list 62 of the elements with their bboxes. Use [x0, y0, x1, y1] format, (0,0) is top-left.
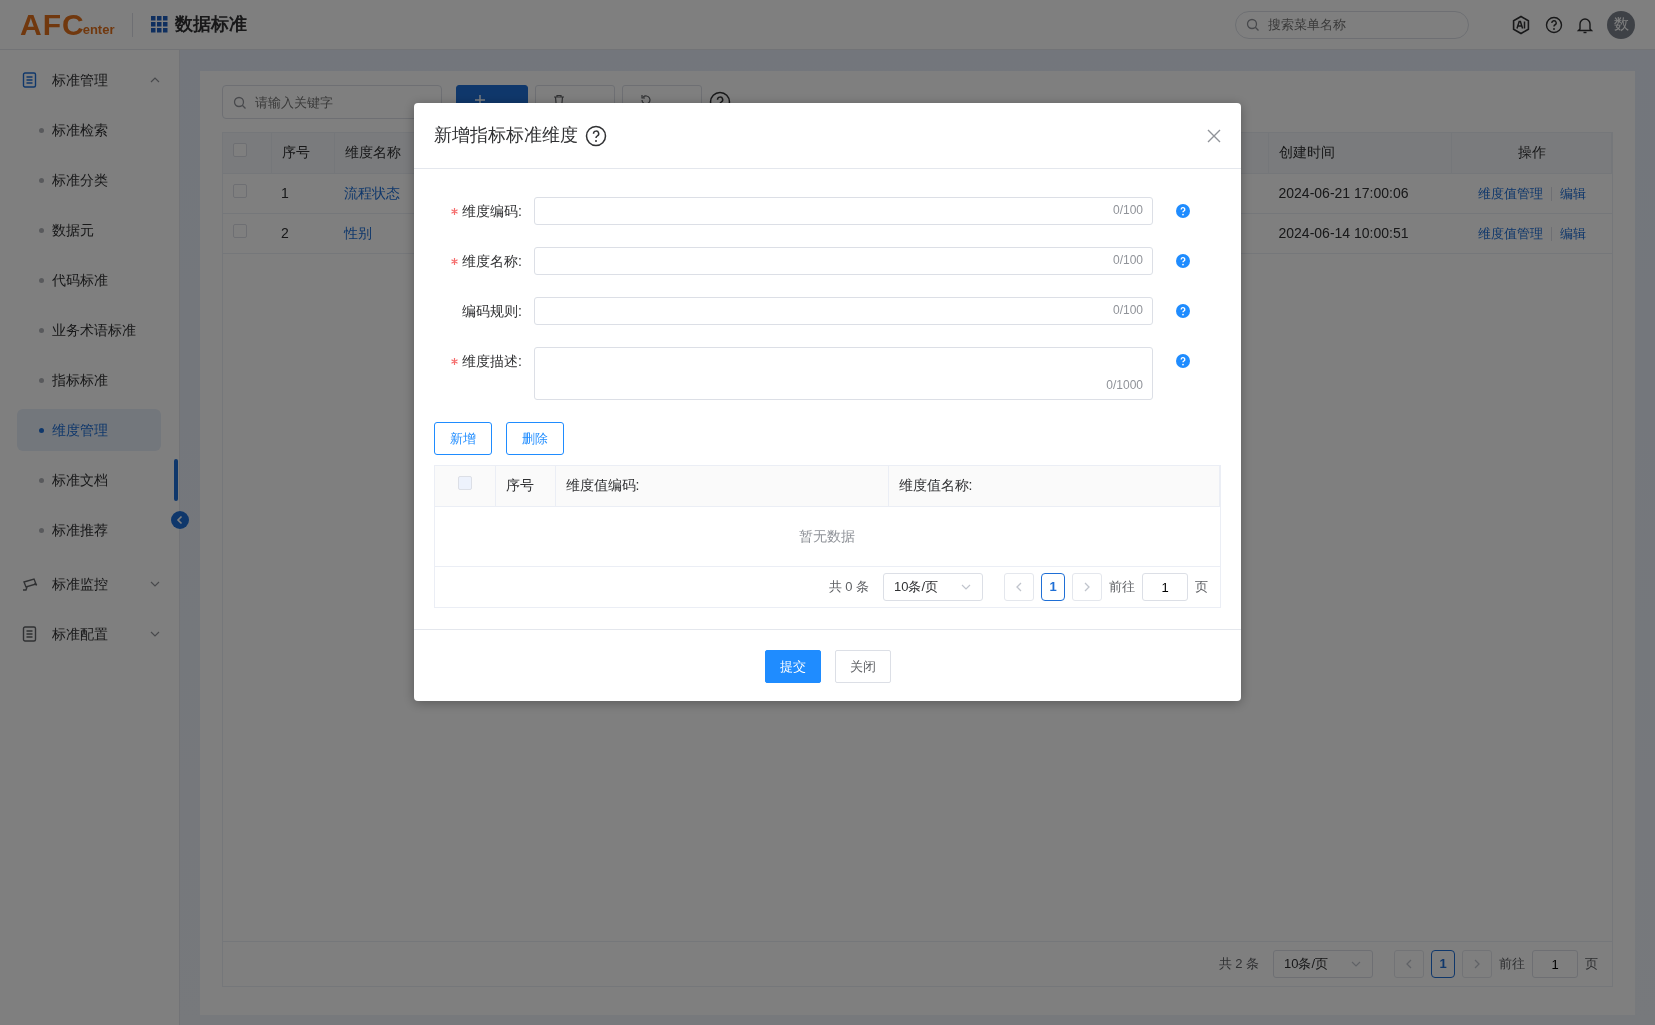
page-size-select[interactable]: 10条/页: [1273, 950, 1373, 978]
submit-button[interactable]: 提交: [764, 650, 821, 683]
page-suffix: 页: [1195, 578, 1208, 597]
table-cell: 2: [271, 213, 334, 253]
dialog-button[interactable]: 新增: [434, 422, 492, 455]
name-link[interactable]: 性别: [344, 224, 372, 241]
logo-subtext: enter: [82, 22, 115, 39]
total-count: 共 0 条: [828, 578, 869, 597]
action-link[interactable]: 编辑: [1559, 185, 1586, 201]
page-number[interactable]: 1: [1041, 573, 1065, 601]
user-avatar[interactable]: 数: [1607, 10, 1635, 39]
table-cell: 2024-06-14 10:00:51: [1268, 213, 1452, 253]
input-field[interactable]: 0/100: [534, 197, 1153, 225]
sidebar-subitem[interactable]: 数据元: [17, 209, 161, 251]
page-suffix: 页: [1585, 955, 1598, 974]
field-label: 编码规则:: [461, 301, 523, 321]
goto-label: 前往: [1499, 955, 1525, 974]
sidebar-item[interactable]: 标准管理: [0, 55, 179, 105]
column-header: 操作: [1451, 133, 1612, 173]
field-label: 维度名称:: [434, 247, 534, 275]
sidebar-subitem[interactable]: 指标标准: [17, 359, 161, 401]
name-link[interactable]: 流程状态: [344, 184, 400, 201]
action-link[interactable]: 编辑: [1559, 225, 1586, 241]
column-header: 创建时间: [1268, 133, 1452, 173]
goto-label: 前往: [1109, 578, 1135, 597]
column-header: 维度值编码:: [555, 466, 888, 506]
page-input[interactable]: 1: [1532, 950, 1578, 978]
sidebar-subitem[interactable]: 标准推荐: [17, 509, 161, 551]
action-link[interactable]: 维度值管理: [1477, 185, 1543, 201]
close-button[interactable]: 关闭: [834, 650, 891, 683]
character-counter: 0/100: [1112, 252, 1143, 269]
character-counter: 0/100: [1112, 302, 1143, 319]
sidebar-subitem[interactable]: 标准分类: [17, 159, 161, 201]
sidebar-item[interactable]: 标准配置: [0, 609, 179, 659]
column-header: 序号: [271, 133, 334, 173]
action-link[interactable]: 维度值管理: [1477, 225, 1543, 241]
app-title: 数据标准: [175, 13, 248, 36]
page-input[interactable]: 1: [1142, 573, 1188, 601]
column-header: 维度值名称:: [888, 466, 1220, 506]
menu-search-field[interactable]: 搜索菜单名称: [1235, 10, 1469, 39]
keyword-search-field[interactable]: 请输入关键字: [222, 85, 442, 119]
sidebar-item[interactable]: 标准监控: [0, 559, 179, 609]
character-counter: 0/100: [1112, 202, 1143, 219]
table-cell: 1: [271, 173, 334, 213]
page-number[interactable]: 1: [1431, 950, 1455, 978]
column-header: 序号: [495, 466, 555, 506]
sidebar-subitem[interactable]: 代码标准: [17, 259, 161, 301]
dialog-button[interactable]: 删除: [506, 422, 564, 455]
character-counter: 0/1000: [1106, 377, 1143, 394]
page-size-select[interactable]: 10条/页: [883, 573, 983, 601]
sidebar-subitem[interactable]: 标准检索: [17, 109, 161, 151]
sidebar-subitem[interactable]: 业务术语标准: [17, 309, 161, 351]
field-label: 维度编码:: [434, 197, 534, 225]
field-label: 维度描述:: [434, 347, 534, 375]
total-count: 共 2 条: [1218, 955, 1259, 974]
sidebar-subitem[interactable]: 标准文档: [17, 459, 161, 501]
input-field[interactable]: 0/100: [534, 247, 1153, 275]
empty-text: 暂无数据: [435, 506, 1220, 566]
table-cell: 2024-06-21 17:00:06: [1268, 173, 1452, 213]
input-field[interactable]: 0/100: [534, 297, 1153, 325]
sidebar-subitem[interactable]: 维度管理: [17, 409, 161, 451]
textarea-field[interactable]: 0/1000: [534, 347, 1153, 400]
